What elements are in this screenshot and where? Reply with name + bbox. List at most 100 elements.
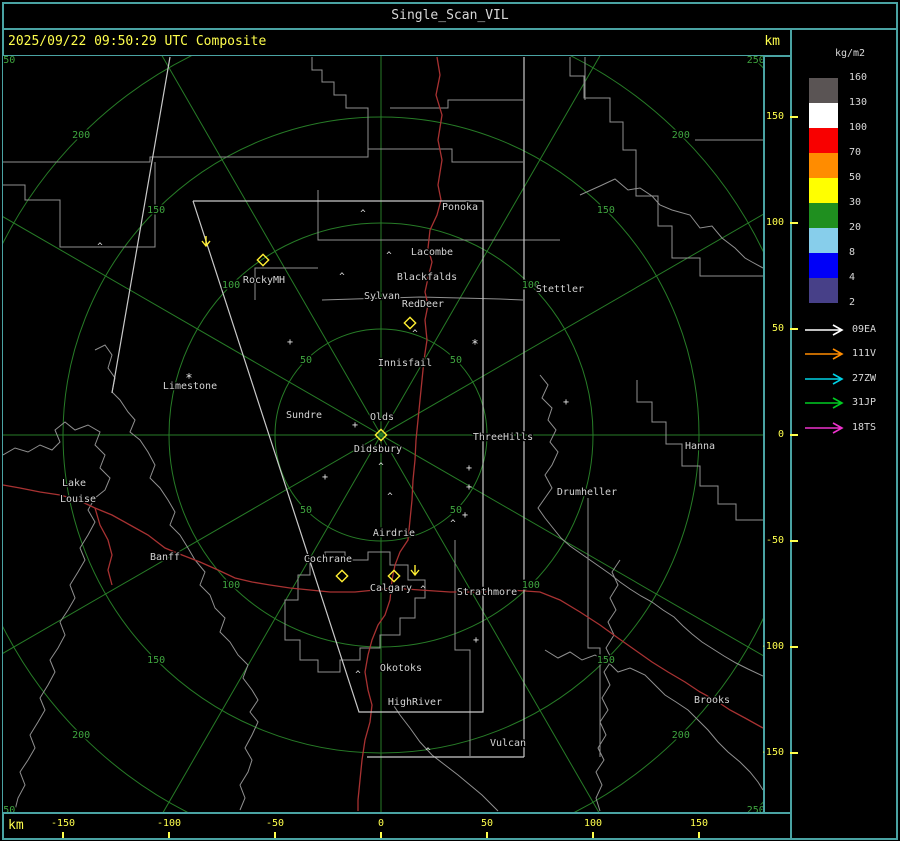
town-plus-marker: + (466, 463, 472, 474)
town-caret-marker: ^ (97, 242, 103, 252)
town-caret-marker: ^ (378, 462, 384, 472)
town-plus-marker: + (322, 472, 328, 483)
vil-scale-block (809, 153, 838, 178)
range-ring-label: 200 (72, 130, 90, 141)
header-unit-label: km (764, 34, 780, 49)
town-caret-marker: ^ (420, 585, 426, 595)
range-ring-label: 250 (3, 56, 15, 66)
vil-scale-block (809, 178, 838, 203)
town-caret-marker: ^ (355, 670, 361, 680)
track-id-label: 18TS (852, 422, 877, 433)
arrow-shape (805, 348, 844, 360)
range-ring-label: 200 (672, 130, 690, 141)
city-label-okotoks: Okotoks (380, 663, 422, 674)
radar-site-diamond-marker (403, 316, 417, 330)
x-axis-label: -50 (265, 818, 285, 829)
track-id-label: 111V (852, 348, 877, 359)
x-axis-label: 150 (689, 818, 709, 829)
border-top (2, 2, 898, 4)
town-caret-marker: ^ (412, 329, 418, 339)
y-axis-tick (790, 328, 798, 330)
city-label-airdrie: Airdrie (373, 528, 415, 539)
x-axis-tick (380, 832, 382, 838)
legend-unit-label: kg/m2 (834, 48, 866, 59)
vil-scale-value: 2 (849, 297, 856, 308)
x-axis-label: 50 (480, 818, 494, 829)
county-boundary (587, 498, 601, 757)
vil-scale-value: 160 (849, 72, 868, 83)
x-axis-tick (274, 832, 276, 838)
town-plus-marker: + (563, 397, 569, 408)
city-label-reddeer: RedDeer (402, 299, 444, 310)
city-label-louise: Louise (60, 494, 96, 505)
track-arrow-icon (803, 347, 847, 361)
vil-scale-block (809, 78, 838, 103)
storm-motion-arrow-icon (410, 565, 420, 577)
border-bottom (2, 838, 898, 840)
city-label-blackfalds: Blackfalds (397, 272, 457, 283)
vil-scale-block (809, 203, 838, 228)
town-plus-marker: + (462, 510, 468, 521)
county-boundary (284, 551, 426, 673)
radar-sector-outline (111, 56, 171, 394)
city-label-sundre: Sundre (286, 410, 322, 421)
city-label-innisfail: Innisfail (378, 358, 432, 369)
city-label-banff: Banff (150, 552, 180, 563)
city-label-lake: Lake (62, 478, 86, 489)
radar-map-canvas[interactable]: 50 505050100 100100100150 150150150200 20020… (3, 56, 763, 812)
range-ring-label: 150 (147, 655, 165, 666)
vil-scale-value: 130 (849, 97, 868, 108)
storm-motion-arrow-icon (201, 236, 211, 248)
track-id-label: 31JP (852, 397, 877, 408)
city-label-olds: Olds (370, 412, 394, 423)
vil-scale-value: 70 (849, 147, 862, 158)
border-legend-separator (790, 28, 792, 838)
border-right (896, 2, 898, 840)
range-ring-label: 250 (3, 805, 15, 812)
city-label-calgary: Calgary (370, 583, 412, 594)
county-boundary (454, 540, 471, 756)
range-ring-label: 250 (747, 56, 763, 66)
county-boundary (537, 374, 763, 677)
y-axis-tick (790, 752, 798, 754)
footer-unit-label: km (8, 818, 24, 833)
x-axis-tick (62, 832, 64, 838)
town-plus-marker: + (466, 482, 472, 493)
city-label-sylvan: Sylvan (364, 291, 400, 302)
range-ring-label: 100 (522, 580, 540, 591)
range-ring-label: 50 (450, 505, 462, 516)
vil-scale-value: 20 (849, 222, 862, 233)
city-label-lacombe: Lacombe (411, 247, 453, 258)
range-ring-label: 150 (597, 205, 615, 216)
vil-scale-value: 30 (849, 197, 862, 208)
x-axis-tick (486, 832, 488, 838)
track-arrow-icon (803, 323, 847, 337)
county-boundary (569, 57, 763, 277)
border-map-bottom (2, 812, 790, 814)
county-boundary (311, 57, 369, 149)
x-axis-label: 0 (377, 818, 385, 829)
county-boundary (3, 148, 523, 163)
town-plus-marker: + (287, 337, 293, 348)
town-caret-marker: ^ (360, 209, 366, 219)
city-label-ponoka: Ponoka (442, 202, 478, 213)
city-label-drumheller: Drumheller (557, 487, 617, 498)
range-ring-label: 200 (72, 730, 90, 741)
arrow-glyph (805, 324, 844, 336)
range-ring-label: 100 (222, 280, 240, 291)
city-label-rockymh: RockyMH (243, 275, 285, 286)
arrow-glyph (805, 397, 844, 409)
y-axis-tick (790, 434, 798, 436)
radar-app-window: Single_Scan_VIL 2025/09/22 09:50:29 UTC … (0, 0, 900, 841)
county-boundary (3, 421, 111, 811)
city-label-cochrane: Cochrane (304, 554, 352, 565)
town-caret-marker: ^ (450, 519, 456, 529)
vil-scale-value: 100 (849, 122, 868, 133)
range-ring-label: 150 (147, 205, 165, 216)
range-ring-label: 50 (300, 355, 312, 366)
range-ring-label: 200 (672, 730, 690, 741)
city-label-didsbury: Didsbury (354, 444, 402, 455)
vil-scale-block (809, 103, 838, 128)
timestamp-label: 2025/09/22 09:50:29 UTC Composite (8, 34, 267, 49)
town-asterisk-marker: * (471, 337, 478, 351)
